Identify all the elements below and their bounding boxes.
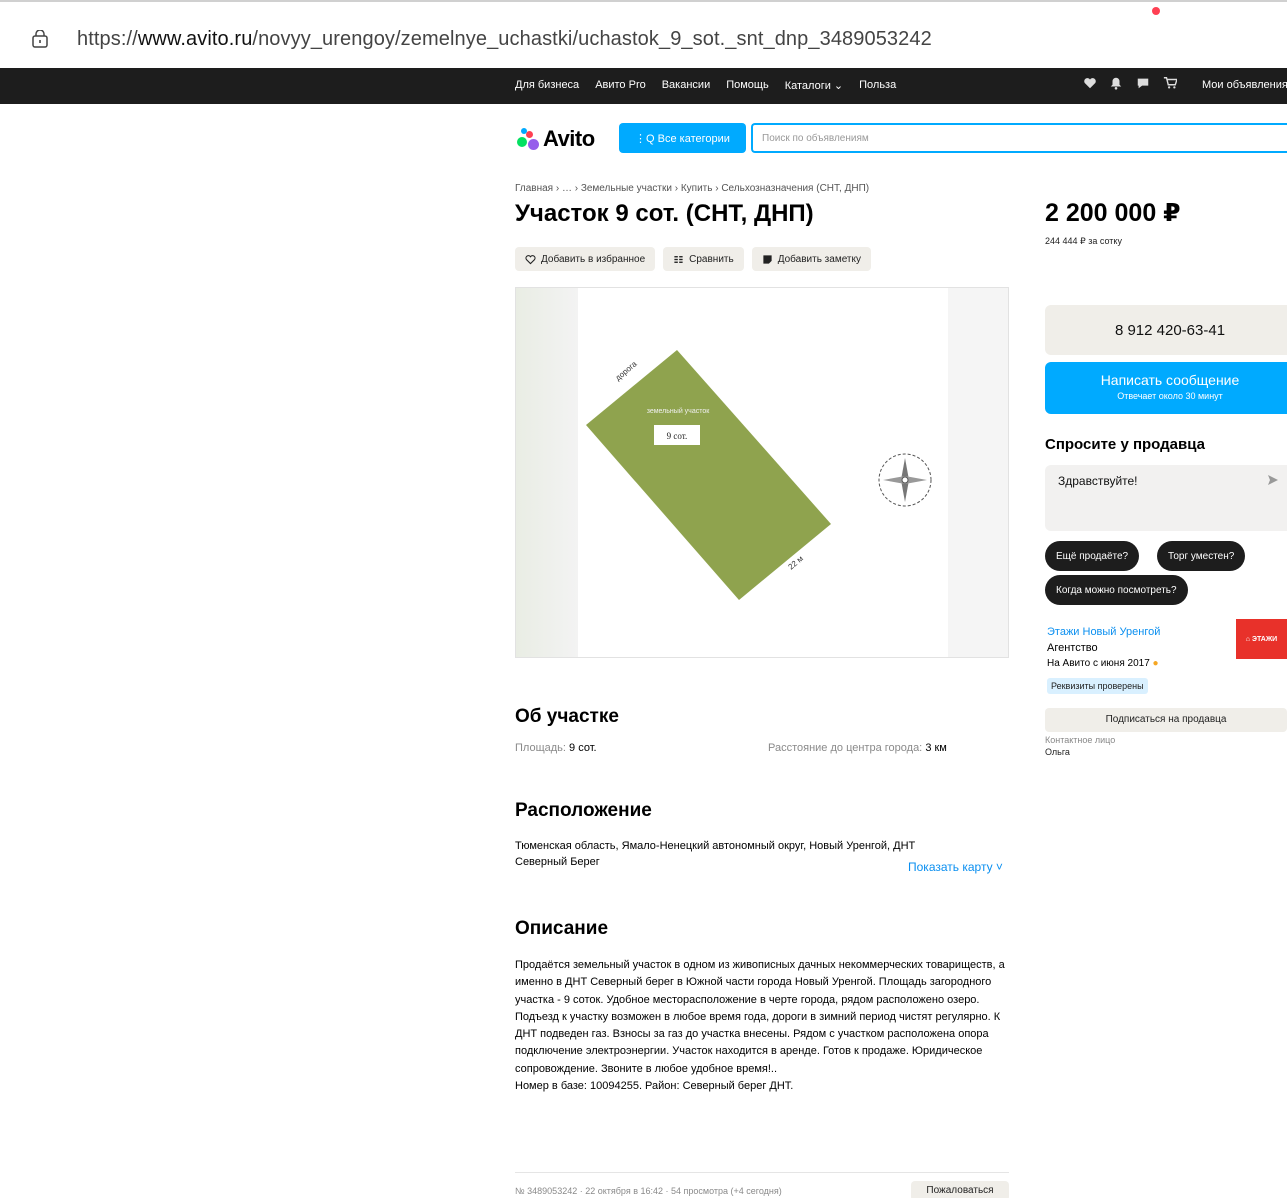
compare-icon <box>674 255 683 263</box>
note-icon <box>763 254 772 264</box>
photo-prev-blur[interactable] <box>516 288 578 657</box>
divider <box>515 1172 1009 1173</box>
chat-icon[interactable] <box>1135 76 1151 90</box>
contact-label: Контактное лицо <box>1045 735 1116 745</box>
add-favorite-button[interactable]: Добавить в избранное <box>515 247 656 271</box>
listing-meta: № 3489053242 · 22 октября в 16:42 · 54 п… <box>515 1186 782 1196</box>
browser-address-bar[interactable]: https://www.avito.ru/novyy_urengoy/zemel… <box>0 0 1287 72</box>
message-input[interactable]: Здравствуйте! <box>1045 465 1287 531</box>
seller-type: Агентство <box>1047 642 1098 654</box>
top-nav-links: Для бизнеса Авито Pro Вакансии Помощь Ка… <box>515 79 912 92</box>
area-property: Площадь: 9 сот. <box>515 742 597 754</box>
nav-link-catalogs[interactable]: Каталоги ⌄ <box>785 79 843 92</box>
plot-plan-drawing: etagi 9 сот. земельный участок дорога 41… <box>586 350 932 600</box>
bell-icon[interactable] <box>1109 76 1123 90</box>
medal-icon: ● <box>1152 658 1159 669</box>
response-time: Отвечает около 30 минут <box>1117 391 1223 401</box>
quick-reply-chip[interactable]: Ещё продаёте? <box>1045 541 1140 571</box>
about-heading: Об участке <box>515 706 619 727</box>
description-heading: Описание <box>515 918 609 939</box>
seller-since: На Авито с июня 2017 ● <box>1047 658 1159 669</box>
all-categories-button[interactable]: ⋮Q Все категории <box>619 123 746 153</box>
cart-icon[interactable] <box>1163 76 1177 90</box>
write-message-button[interactable]: Написать сообщение Отвечает около 30 мин… <box>1045 362 1287 414</box>
watermark-text: etagi <box>790 435 883 479</box>
seller-name-link[interactable]: Этажи Новый Уренгой <box>1047 626 1160 638</box>
description-reference: Номер в базе: 10094255. Район: Северный … <box>515 1080 794 1093</box>
nav-link-business[interactable]: Для бизнеса <box>515 79 579 92</box>
url-text[interactable]: https://www.avito.ru/novyy_urengoy/zemel… <box>77 28 932 51</box>
show-map-link[interactable]: Показать карту ˅ <box>908 860 1003 874</box>
verified-badge: Реквизиты проверены <box>1047 678 1148 694</box>
distance-property: Расстояние до центра города: 3 км <box>768 742 947 754</box>
ask-seller-heading: Спросите у продавца <box>1045 436 1205 453</box>
plot-plan-image: etagi 9 сот. земельный участок дорога 41… <box>578 288 948 657</box>
send-icon[interactable] <box>1267 474 1279 486</box>
logo-dots-icon <box>515 128 541 150</box>
breadcrumb[interactable]: Главная › … › Земельные участки › Купить… <box>515 183 869 194</box>
address-text: Тюменская область, Ямало-Ненецкий автоно… <box>515 840 916 868</box>
description-text: Продаётся земельный участок в одном из ж… <box>515 957 1015 1095</box>
nav-link-avito-pro[interactable]: Авито Pro <box>595 79 646 92</box>
chat-notification-badge <box>1152 7 1160 15</box>
subscribe-button[interactable]: Подписаться на продавца <box>1045 708 1287 732</box>
photo-next-blur[interactable] <box>948 288 1008 657</box>
my-ads-link[interactable]: Мои объявления <box>1202 79 1287 91</box>
lock-icon <box>32 30 48 48</box>
compare-button[interactable]: Сравнить <box>663 247 744 271</box>
price: 2 200 000 ₽ <box>1045 199 1181 227</box>
page-title: Участок 9 сот. (СНТ, ДНП) <box>515 200 814 227</box>
nav-link-benefit[interactable]: Польза <box>859 79 896 92</box>
price-per-sotka: 244 444 ₽ за сотку <box>1045 236 1122 246</box>
quick-reply-chip[interactable]: Торг уместен? <box>1157 541 1246 571</box>
location-heading: Расположение <box>515 800 652 821</box>
listing-actions: Добавить в избранное Сравнить Добавить з… <box>515 247 871 271</box>
compass-rose-icon <box>878 453 932 507</box>
heart-outline-icon <box>525 254 536 264</box>
plot-area-label: 9 сот. <box>667 431 688 441</box>
logo-wordmark: Avito <box>543 126 595 151</box>
heart-icon[interactable] <box>1083 76 1097 90</box>
road-label: дорога <box>614 359 640 382</box>
search-placeholder: Поиск по объявлениям <box>762 133 869 144</box>
plot-name-label: земельный участок <box>647 407 711 415</box>
contact-name: Ольга <box>1045 747 1070 757</box>
report-button[interactable]: Пожаловаться <box>911 1181 1009 1198</box>
quick-reply-chip[interactable]: Когда можно посмотреть? <box>1045 575 1188 605</box>
nav-link-help[interactable]: Помощь <box>726 79 769 92</box>
add-note-button[interactable]: Добавить заметку <box>751 247 871 271</box>
phone-button[interactable]: 8 912 420-63-41 <box>1045 305 1287 355</box>
side-a-label: 41 м <box>655 521 673 539</box>
listing-photo[interactable]: etagi 9 сот. земельный участок дорога 41… <box>515 287 1009 658</box>
nav-link-vacancies[interactable]: Вакансии <box>662 79 711 92</box>
seller-logo[interactable]: ⌂ ЭТАЖИ <box>1236 619 1287 659</box>
search-input[interactable]: Поиск по объявлениям <box>751 123 1287 153</box>
avito-logo[interactable]: Avito <box>515 126 595 152</box>
